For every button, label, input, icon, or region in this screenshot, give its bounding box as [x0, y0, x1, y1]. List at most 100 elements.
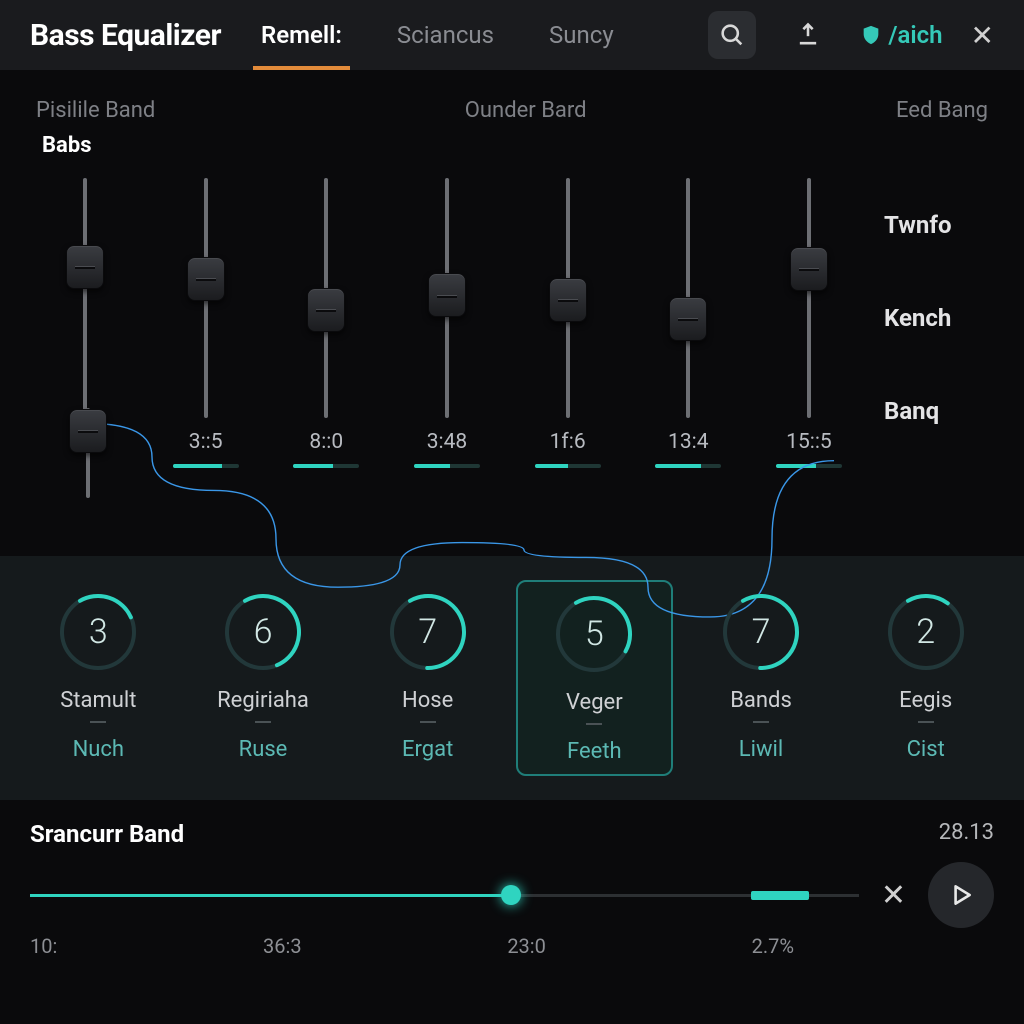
preset-eegis[interactable]: 2EegisCist — [849, 580, 1002, 776]
preset-divider — [420, 721, 436, 723]
progress-row: ✕ — [30, 862, 994, 928]
slider-value-label: 3:48 — [427, 430, 468, 454]
preset-regiriaha[interactable]: 6RegiriahaRuse — [187, 580, 340, 776]
preset-number: 7 — [386, 590, 470, 674]
presets-row: 3 Stamult Nuch 6RegiriahaRuse 7 Hose Ergat 5… — [0, 556, 1024, 800]
tick-3: 23:0 — [507, 934, 546, 958]
slider-track — [445, 178, 449, 418]
preset-divider — [918, 721, 934, 723]
eq-slider-5[interactable]: 13:4 — [663, 178, 713, 468]
preset-divider — [255, 721, 271, 723]
preset-number: 3 — [56, 590, 140, 674]
preset-divider — [586, 723, 602, 725]
tick-4: 2.7% — [752, 934, 794, 958]
slider-mini-bar — [535, 464, 601, 468]
eq-extra-thumb[interactable] — [69, 409, 107, 453]
slider-thumb[interactable] — [66, 245, 104, 289]
tab-sciancus[interactable]: Sciancus — [397, 0, 494, 70]
transport-close-button[interactable]: ✕ — [881, 878, 906, 913]
preset-sub: Liwil — [739, 737, 783, 762]
preset-veger[interactable]: 5VegerFeeth — [516, 580, 673, 776]
eq-slider-2[interactable]: 8::0 — [301, 178, 351, 468]
preset-hose[interactable]: 7 Hose Ergat — [351, 580, 504, 776]
eq-label-right: Eed Bang — [896, 98, 988, 123]
track-title: Srancurr Band — [30, 820, 184, 848]
eq-label-left: Pisilile Band — [36, 98, 155, 123]
shield-icon — [860, 24, 882, 46]
preset-dial: 7 — [386, 590, 470, 674]
slider-mini-bar — [776, 464, 842, 468]
aich-link[interactable]: /aich — [860, 21, 942, 49]
preset-sub: Cist — [907, 737, 945, 762]
slider-track — [686, 178, 690, 418]
preset-dial: 7 — [719, 590, 803, 674]
transport-head: Srancurr Band 28.13 — [30, 820, 994, 848]
slider-thumb[interactable] — [549, 278, 587, 322]
slider-value-label: 8::0 — [309, 430, 343, 454]
aich-label: /aich — [888, 21, 942, 49]
slider-value-label: 3::5 — [189, 430, 223, 454]
tick-2: 36:3 — [263, 934, 302, 958]
play-icon — [948, 882, 974, 908]
preset-stamult[interactable]: 3 Stamult Nuch — [22, 580, 175, 776]
slider-mini-bar — [655, 464, 721, 468]
eq-top-labels: Pisilile Band Ounder Bard Eed Bang — [30, 98, 994, 123]
progress-bar[interactable] — [30, 885, 859, 905]
tab-suncy[interactable]: Suncy — [549, 0, 614, 70]
slider-mini-bar — [173, 464, 239, 468]
preset-dial: 5 — [552, 592, 636, 676]
eq-extra-slider[interactable] — [86, 408, 90, 498]
preset-name: Stamult — [60, 688, 136, 713]
preset-number: 6 — [221, 590, 305, 674]
slider-value-label: 1f:6 — [550, 430, 586, 454]
search-button[interactable] — [708, 11, 756, 59]
time-ticks: 10: 36:3 23:0 2.7% — [30, 934, 994, 958]
slider-thumb[interactable] — [669, 297, 707, 341]
eq-right-label-2: Kench — [884, 304, 951, 332]
tick-1: 10: — [30, 934, 57, 958]
progress-track — [30, 894, 859, 897]
preset-sub: Ergat — [402, 737, 453, 762]
slider-track — [204, 178, 208, 418]
progress-segment — [751, 891, 809, 900]
play-button[interactable] — [928, 862, 994, 928]
eq-slider-1[interactable]: 3::5 — [181, 178, 231, 468]
slider-thumb[interactable] — [790, 247, 828, 291]
preset-divider — [753, 721, 769, 723]
slider-track — [324, 178, 328, 418]
slider-thumb[interactable] — [187, 257, 225, 301]
slider-track — [566, 178, 570, 418]
export-icon — [794, 21, 822, 49]
slider-value-label: 13:4 — [668, 430, 709, 454]
eq-right-label-3: Banq — [884, 397, 939, 425]
equalizer-panel: Pisilile Band Ounder Bard Eed Bang Babs … — [0, 70, 1024, 556]
progress-fill — [30, 894, 511, 897]
eq-label-center: Ounder Bard — [465, 98, 587, 123]
eq-slider-3[interactable]: 3:48 — [422, 178, 472, 468]
preset-sub: Ruse — [239, 737, 288, 762]
progress-handle[interactable] — [501, 885, 521, 905]
header-bar: Bass Equalizer Remell: Sciancus Suncy /a… — [0, 0, 1024, 70]
preset-bands[interactable]: 7 Bands Liwil — [685, 580, 838, 776]
close-button[interactable]: ✕ — [971, 19, 994, 52]
slider-mini-bar — [414, 464, 480, 468]
eq-babs-label: Babs — [42, 133, 994, 158]
slider-value-label: 15::5 — [786, 430, 832, 454]
export-button[interactable] — [784, 11, 832, 59]
eq-stage: 3::58::03:481f:613:415::5 Twnfo Kench Ba… — [30, 158, 994, 538]
preset-number: 5 — [552, 592, 636, 676]
app-title: Bass Equalizer — [30, 18, 221, 53]
track-total-time: 28.13 — [939, 820, 994, 848]
slider-mini-bar — [293, 464, 359, 468]
preset-name: Veger — [566, 690, 623, 715]
eq-slider-4[interactable]: 1f:6 — [543, 178, 593, 468]
preset-sub: Nuch — [73, 737, 124, 762]
slider-thumb[interactable] — [307, 288, 345, 332]
slider-thumb[interactable] — [428, 273, 466, 317]
preset-dial: 2 — [884, 590, 968, 674]
preset-name: Hose — [402, 688, 453, 713]
tab-remell[interactable]: Remell: — [261, 0, 342, 70]
eq-slider-6[interactable]: 15::5 — [784, 178, 834, 468]
preset-name: Bands — [730, 688, 792, 713]
eq-sliders: 3::5 8::0 3:48 1f:6 13:4 15::5 — [60, 158, 874, 538]
